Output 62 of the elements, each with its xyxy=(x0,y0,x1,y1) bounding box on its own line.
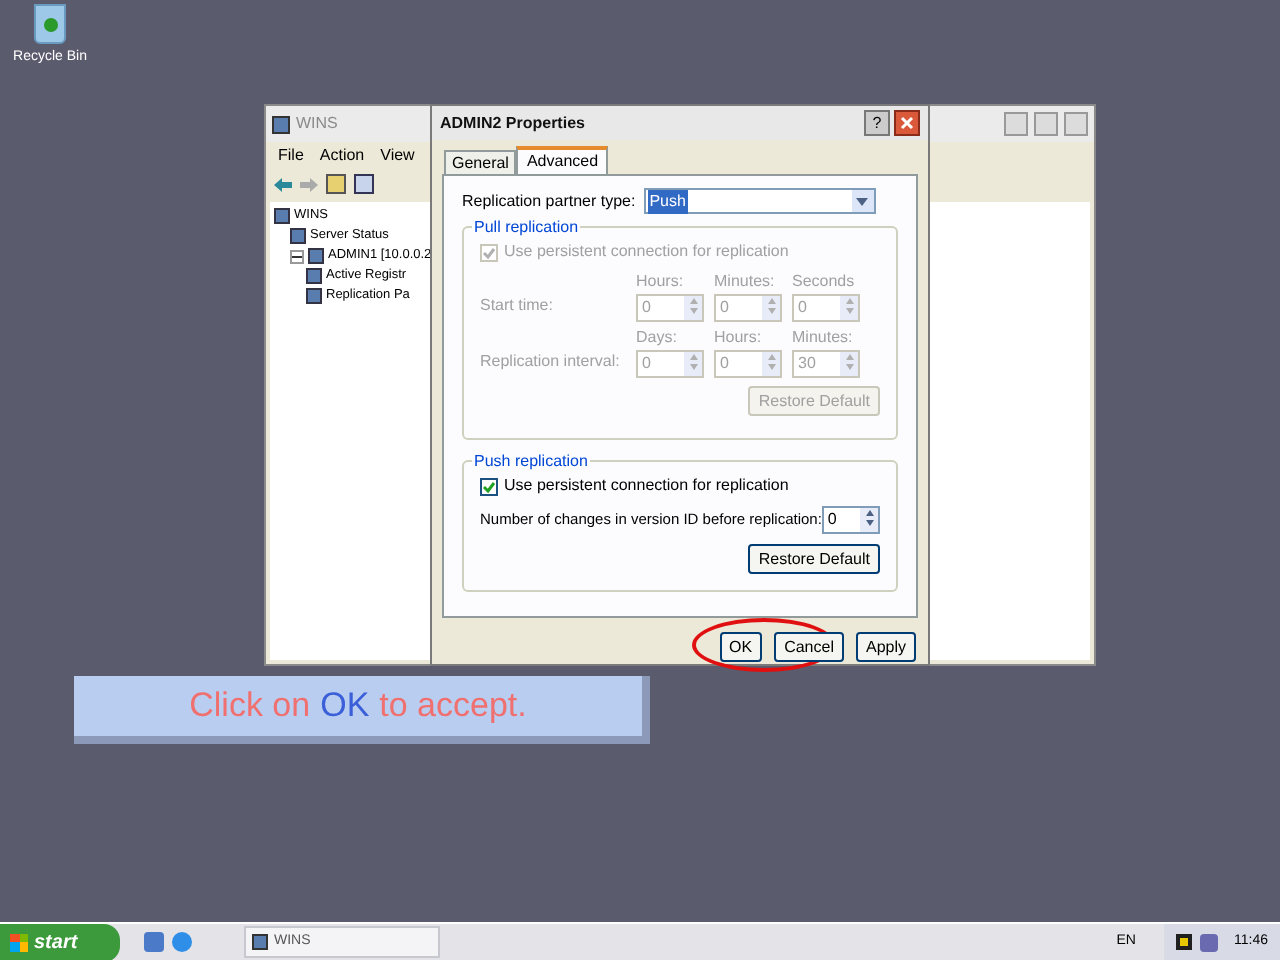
column-header: Minutes: xyxy=(792,326,855,350)
tab[interactable]: Advanced xyxy=(516,146,609,174)
tree-node-icon xyxy=(274,208,290,224)
partner-type-dropdown[interactable]: Push xyxy=(643,188,876,214)
column-header: Days: xyxy=(636,326,679,350)
column-header: Hours: xyxy=(714,326,764,350)
minimize-button[interactable] xyxy=(1004,112,1028,136)
window-title: WINS xyxy=(296,112,338,136)
start-button[interactable]: start xyxy=(0,923,120,960)
close-button[interactable] xyxy=(894,110,920,136)
dialog-title: ADMIN2 Properties xyxy=(440,111,587,135)
row-label: Replication interval: xyxy=(480,350,622,374)
row-label: Start time: xyxy=(480,294,555,318)
checkbox-label: Use persistent connection for replication xyxy=(504,240,789,264)
spinner-arrows-icon xyxy=(762,296,780,320)
help-button[interactable]: ? xyxy=(864,110,890,136)
spinner-arrows-icon xyxy=(684,352,702,376)
column-header: Minutes: xyxy=(714,270,777,294)
menu-item[interactable]: View xyxy=(380,144,415,168)
callout-text: Click on xyxy=(189,684,311,729)
spinner-arrows-icon xyxy=(762,352,780,376)
tree-node-icon xyxy=(306,268,322,284)
dropdown-caret-icon[interactable] xyxy=(851,190,874,212)
tab[interactable]: General xyxy=(444,150,517,174)
recycle-bin-icon[interactable] xyxy=(34,4,66,44)
tray-flag-icon[interactable] xyxy=(1176,934,1192,950)
dialog-button[interactable]: Cancel xyxy=(774,632,844,662)
spinner-arrows-icon xyxy=(684,296,702,320)
menu-item[interactable]: Action xyxy=(319,144,365,168)
tree-node-icon xyxy=(308,248,324,264)
back-arrow-icon[interactable] xyxy=(274,177,292,191)
field-label: Replication partner type: xyxy=(462,189,636,213)
folder-up-icon[interactable] xyxy=(326,174,346,194)
tray-network-icon[interactable] xyxy=(1200,933,1218,951)
spinner-arrows-icon xyxy=(860,508,878,532)
callout-text: to accept. xyxy=(379,684,527,729)
dialog-button[interactable]: Apply xyxy=(855,632,916,662)
tree-node-icon xyxy=(290,228,306,244)
column-header: Hours: xyxy=(636,270,686,294)
menu-item[interactable]: File xyxy=(278,144,304,168)
collapse-icon[interactable] xyxy=(290,249,304,263)
dialog-button[interactable]: OK xyxy=(719,632,763,662)
forward-arrow-icon[interactable] xyxy=(300,177,318,191)
spin-field[interactable]: 0 xyxy=(821,506,880,534)
spinner-arrows-icon xyxy=(840,296,858,320)
desktop-icon[interactable] xyxy=(144,932,164,952)
app-icon xyxy=(252,934,268,950)
tree-node-icon xyxy=(306,288,322,304)
windows-logo-icon xyxy=(10,933,28,951)
column-header: Seconds xyxy=(792,270,857,294)
group-title: Push replication xyxy=(472,450,590,474)
browser-icon[interactable] xyxy=(172,932,192,952)
pane-icon[interactable] xyxy=(354,174,374,194)
maximize-button[interactable] xyxy=(1034,112,1058,136)
app-icon xyxy=(272,115,290,133)
highlighted-word: OK xyxy=(320,684,370,729)
checkbox-label: Use persistent connection for replication xyxy=(504,474,789,498)
restore-default-button[interactable]: Restore Default xyxy=(748,544,880,574)
spinner-arrows-icon xyxy=(840,352,858,376)
close-icon xyxy=(900,116,914,130)
group-title: Pull replication xyxy=(472,216,581,240)
checkbox[interactable] xyxy=(480,477,498,495)
